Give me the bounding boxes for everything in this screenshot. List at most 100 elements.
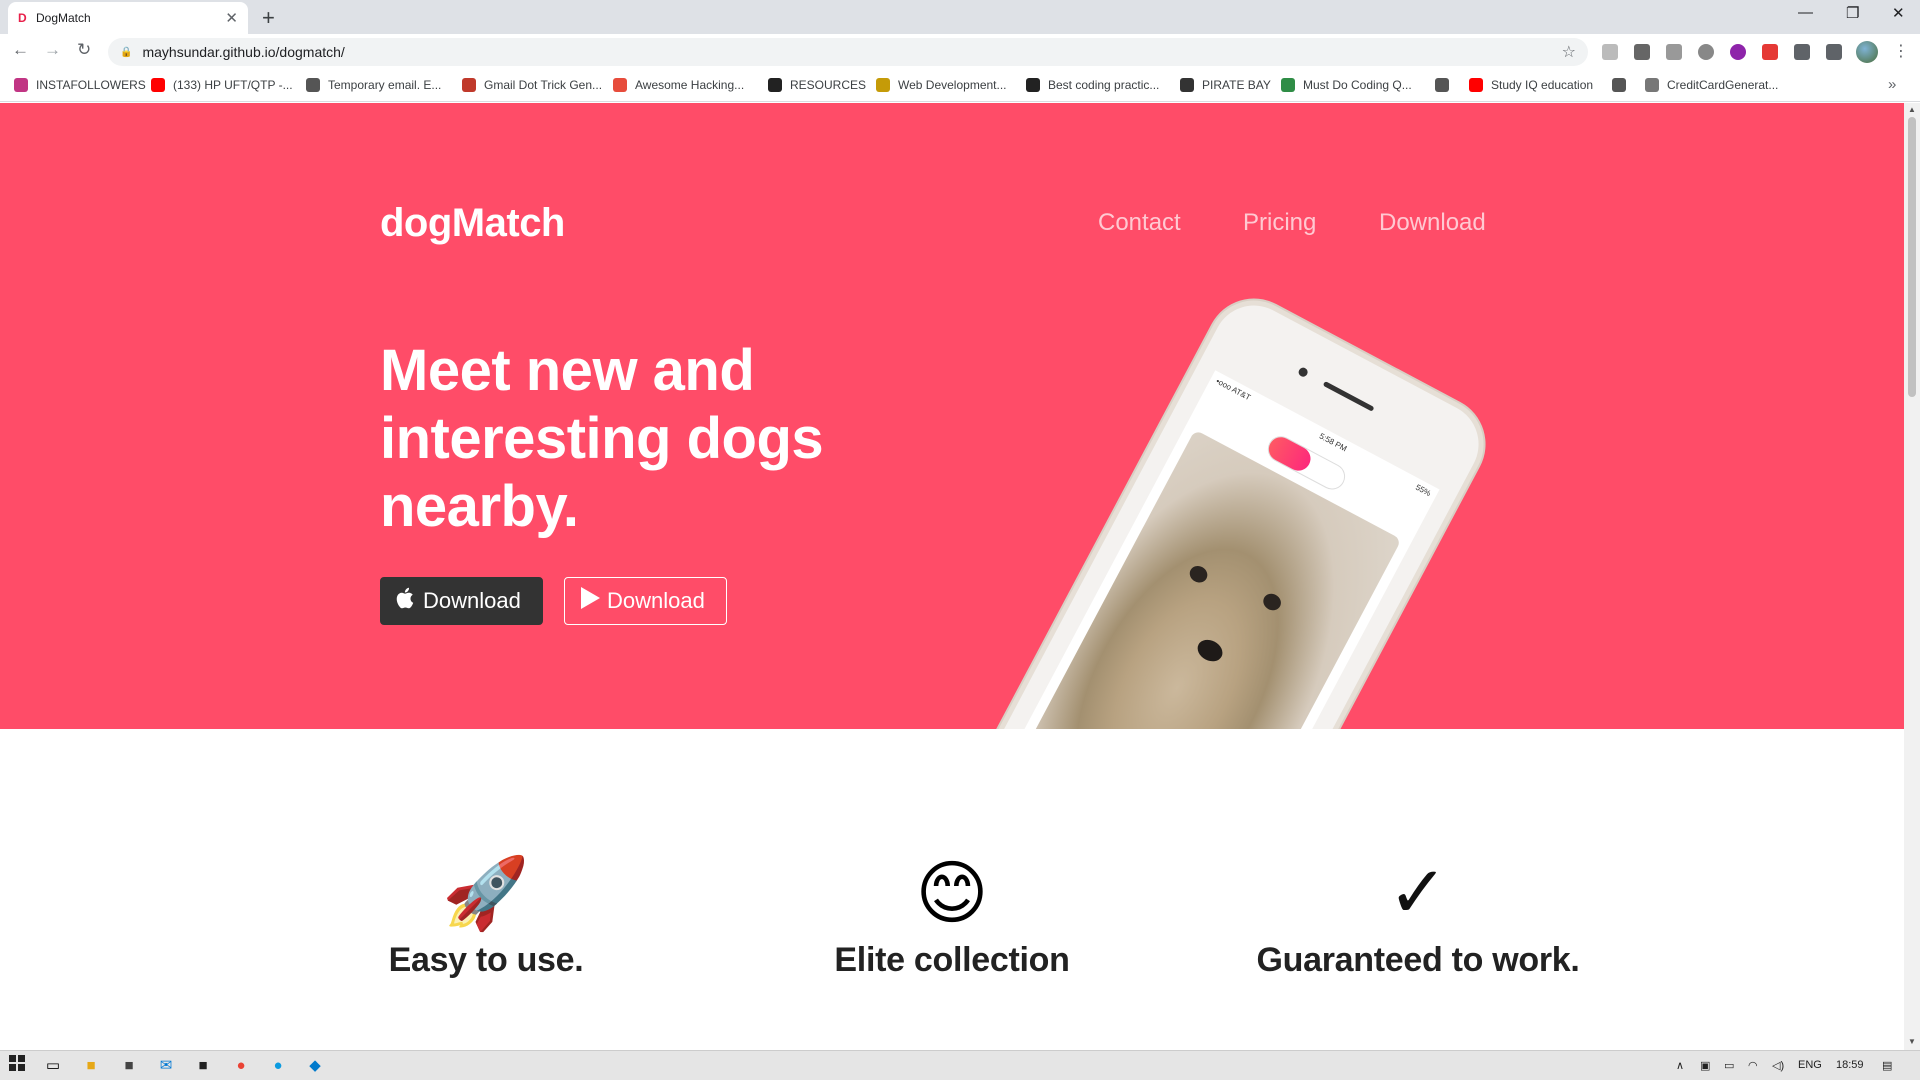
bookmark-label: INSTAFOLLOWERS	[36, 78, 146, 92]
bookmark-star-icon[interactable]: ☆	[1562, 42, 1576, 62]
smiley-icon: 😊	[915, 854, 989, 932]
windows-taskbar: ▭ ■ ■ ✉ ■ ● ● ◆ ∧ ▣ ▭ ◠ ◁) ENG 18:59 ▤	[0, 1050, 1920, 1080]
gear-icon	[1645, 78, 1659, 92]
bookmark-item[interactable]: Study IQ education	[1469, 78, 1593, 92]
bookmark-label: Study IQ education	[1491, 78, 1594, 92]
restore-icon[interactable]: ❐	[1846, 4, 1859, 22]
bookmark-item[interactable]	[1435, 78, 1457, 92]
checkmark-icon: ✓	[1387, 853, 1449, 933]
bookmark-item[interactable]	[1612, 78, 1634, 92]
battery-icon[interactable]: ▭	[1724, 1059, 1734, 1072]
bookmark-label: (133) HP UFT/QTP -...	[173, 78, 293, 92]
bookmark-item[interactable]: Best coding practic...	[1026, 78, 1159, 92]
bookmark-item[interactable]: Temporary email. E...	[306, 78, 441, 92]
bookmark-icon	[876, 78, 890, 92]
download-ios-label: Download	[423, 588, 521, 613]
tab-favicon-icon: D	[18, 11, 27, 25]
extension-icon[interactable]	[1762, 44, 1778, 60]
puzzle-icon[interactable]	[1794, 44, 1810, 60]
wifi-icon[interactable]: ◠	[1748, 1059, 1758, 1072]
bookmark-item[interactable]: PIRATE BAY	[1180, 78, 1271, 92]
1h-icon	[613, 78, 627, 92]
bookmark-item[interactable]: Must Do Coding Q...	[1281, 78, 1412, 92]
address-bar[interactable]: 🔒 mayhsundar.github.io/dogmatch/ ☆	[108, 38, 1588, 66]
gfg-icon	[1281, 78, 1295, 92]
language-indicator[interactable]: ENG	[1798, 1059, 1822, 1071]
globe-icon	[1435, 78, 1449, 92]
window-close-icon[interactable]: ✕	[1892, 4, 1905, 22]
bookmark-label: PIRATE BAY	[1202, 78, 1271, 92]
ship-icon	[1180, 78, 1194, 92]
globe-icon	[1612, 78, 1626, 92]
lock-icon[interactable]: 🔒	[120, 47, 132, 58]
page-scrollbar[interactable]: ▲ ▼	[1904, 103, 1920, 1050]
mail-icon[interactable]: ✉	[155, 1055, 177, 1077]
play-icon	[579, 586, 601, 616]
download-ios-button[interactable]: Download	[380, 577, 543, 625]
new-tab-button[interactable]: +	[262, 5, 275, 31]
extension-icon[interactable]	[1634, 44, 1650, 60]
bookmark-item[interactable]: INSTAFOLLOWERS	[14, 78, 146, 92]
vscode-icon[interactable]: ◆	[304, 1055, 326, 1077]
windows-start-icon[interactable]	[6, 1055, 28, 1077]
bookmark-item[interactable]: Awesome Hacking...	[613, 78, 744, 92]
profile-avatar[interactable]	[1856, 41, 1878, 63]
extension-icon[interactable]	[1666, 44, 1682, 60]
apple-icon	[395, 586, 417, 616]
store-icon[interactable]: ■	[118, 1055, 140, 1077]
tab-title: DogMatch	[36, 11, 91, 25]
volume-icon[interactable]: ◁)	[1772, 1059, 1784, 1072]
phone-carrier: •ooo AT&T	[1214, 376, 1253, 403]
more-bookmarks-icon[interactable]: »	[1888, 76, 1896, 93]
task-view-icon[interactable]: ▭	[42, 1055, 64, 1077]
minimize-icon[interactable]: —	[1798, 4, 1813, 21]
browser-tab[interactable]: D DogMatch ✕	[8, 2, 248, 34]
download-android-button[interactable]: Download	[564, 577, 727, 625]
nav-contact[interactable]: Contact	[1098, 209, 1181, 237]
brand-logo[interactable]: dogMatch	[380, 201, 565, 246]
url-text[interactable]: mayhsundar.github.io/dogmatch/	[142, 44, 344, 60]
bookmark-item[interactable]: Gmail Dot Trick Gen...	[462, 78, 602, 92]
bookmark-item[interactable]: Web Development...	[876, 78, 1007, 92]
features-section: 🚀 Easy to use. 😊 Elite collection ✓ Guar…	[0, 729, 1904, 1050]
reload-icon[interactable]: ↻	[77, 40, 91, 60]
bookmark-item[interactable]: CreditCardGenerat...	[1645, 78, 1778, 92]
reading-list-icon[interactable]	[1826, 44, 1842, 60]
edge-icon[interactable]: ●	[267, 1055, 289, 1077]
extension-icon[interactable]	[1730, 44, 1746, 60]
file-explorer-icon[interactable]: ■	[80, 1055, 102, 1077]
notifications-icon[interactable]: ▤	[1882, 1059, 1892, 1072]
phone-screen: •ooo AT&T 5:58 PM 55%	[980, 370, 1440, 729]
scrollbar-thumb[interactable]	[1908, 117, 1916, 397]
github-icon	[768, 78, 782, 92]
page-viewport: dogMatch Contact Pricing Download Meet n…	[0, 103, 1904, 1050]
bookmark-label: Temporary email. E...	[328, 78, 442, 92]
phone-camera	[1297, 366, 1310, 379]
phone-mockup: •ooo AT&T 5:58 PM 55%	[943, 284, 1500, 729]
nav-pricing[interactable]: Pricing	[1243, 209, 1316, 237]
youtube-icon	[1469, 78, 1483, 92]
bookmarks-bar: » INSTAFOLLOWERS (133) HP UFT/QTP -... Tem…	[0, 70, 1920, 102]
nav-download[interactable]: Download	[1379, 209, 1486, 237]
bookmark-item[interactable]: RESOURCES	[768, 78, 866, 92]
feature-title: Guaranteed to work.	[1256, 941, 1580, 979]
bookmark-label: Web Development...	[898, 78, 1007, 92]
hero-headline: Meet new and interesting dogs nearby.	[380, 338, 824, 539]
forward-icon[interactable]: →	[44, 40, 61, 60]
bookmark-label: Awesome Hacking...	[635, 78, 745, 92]
menu-icon[interactable]: ⋮	[1893, 41, 1909, 61]
back-icon[interactable]: ←	[12, 40, 29, 60]
bookmark-label: RESOURCES	[790, 78, 867, 92]
chrome-icon[interactable]: ●	[230, 1055, 252, 1077]
extension-icon[interactable]	[1602, 44, 1618, 60]
tab-strip: D DogMatch ✕ + — ❐ ✕	[0, 0, 1920, 34]
clock[interactable]: 18:59	[1836, 1059, 1864, 1071]
tray-app-icon[interactable]: ▣	[1700, 1059, 1710, 1072]
feature-easy: 🚀 Easy to use.	[286, 853, 686, 980]
extension-icon[interactable]	[1698, 44, 1714, 60]
tab-close-icon[interactable]: ✕	[225, 9, 238, 27]
tray-chevron-icon[interactable]: ∧	[1676, 1059, 1684, 1072]
bookmark-item[interactable]: (133) HP UFT/QTP -...	[151, 78, 293, 92]
youtube-icon	[151, 78, 165, 92]
app-icon[interactable]: ■	[192, 1055, 214, 1077]
